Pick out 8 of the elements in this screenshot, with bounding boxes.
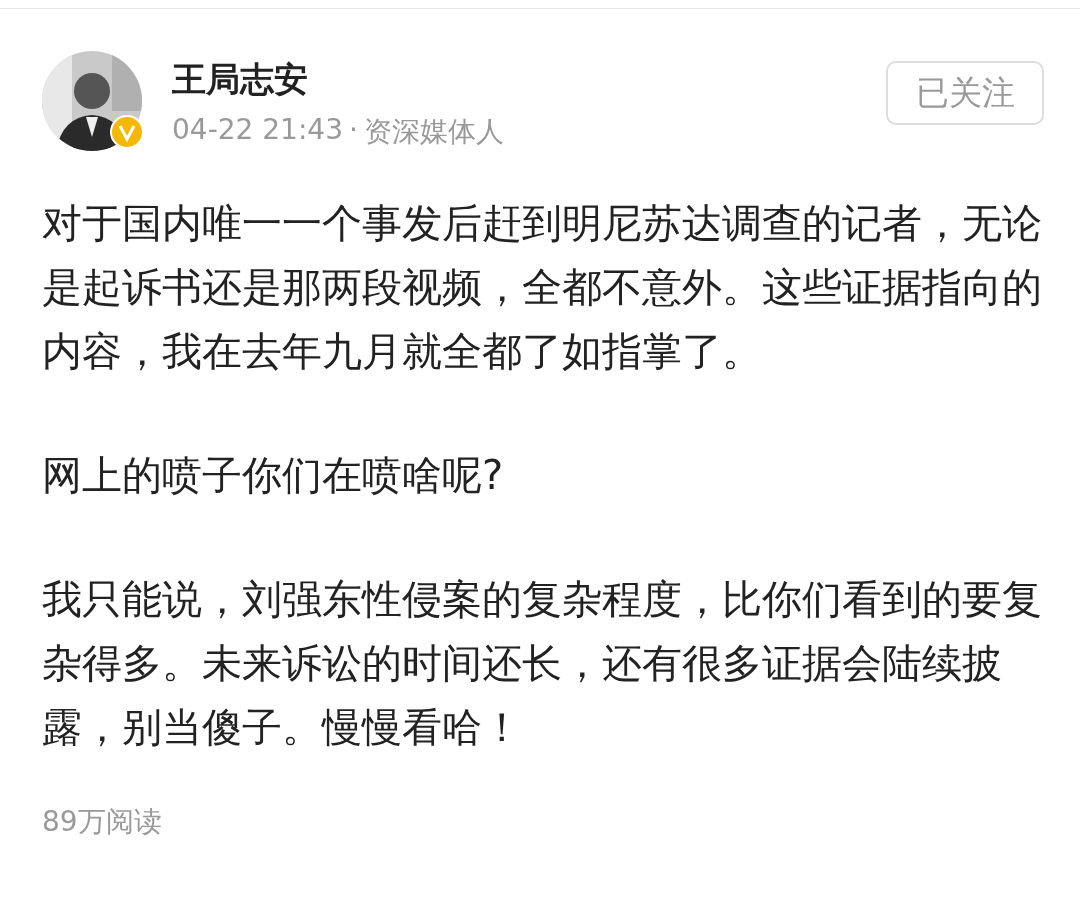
separator: · xyxy=(348,113,358,148)
author-name[interactable]: 王局志安 xyxy=(172,57,856,103)
post-time: 04-22 21:43 xyxy=(172,113,343,148)
author-title: 资深媒体人 xyxy=(363,114,504,150)
post-paragraph: 我只能说，刘强东性侵案的复杂程度，比你们看到的要复杂得多。未来诉讼的时间还长，还有很多证据会陆续披露，别当傻子。慢慢看哈！ xyxy=(42,575,1042,752)
post-paragraph: 网上的喷子你们在喷啥呢? xyxy=(42,451,505,500)
read-count: 89万阅读 xyxy=(42,804,163,840)
post-paragraph: 对于国内唯一一个事发后赶到明尼苏达调查的记者，无论是起诉书还是那两段视频，全都不意外。这些证据指向的内容，我在去年九月就全都了如指掌了。 xyxy=(42,199,1042,376)
